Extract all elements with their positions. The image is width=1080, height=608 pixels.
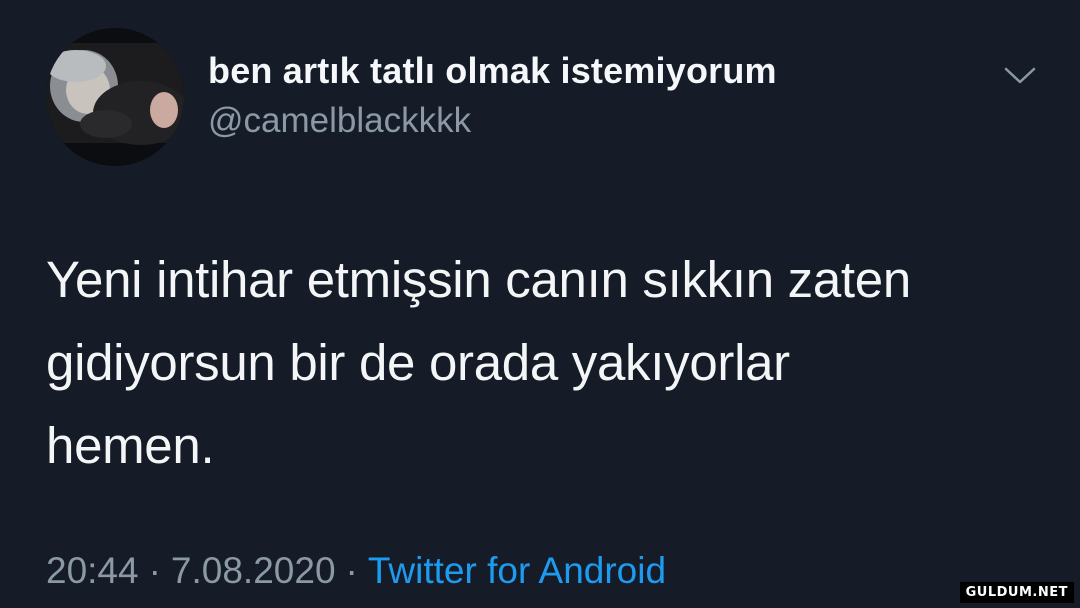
meta-separator: · bbox=[148, 550, 161, 591]
avatar[interactable] bbox=[46, 28, 184, 166]
avatar-image bbox=[46, 28, 184, 166]
tweet-card: ben artık tatlı olmak istemiyorum @camel… bbox=[0, 0, 1080, 608]
tweet-meta: 20:44 · 7.08.2020 · Twitter for Android bbox=[46, 550, 666, 592]
tweet-time[interactable]: 20:44 bbox=[46, 550, 139, 591]
tweet-date[interactable]: 7.08.2020 bbox=[171, 550, 336, 591]
watermark: GULDUM.NET bbox=[959, 582, 1074, 603]
tweet-text-line: Yeni intihar etmişsin canın sıkkın zaten bbox=[46, 251, 911, 308]
meta-separator: · bbox=[345, 550, 358, 591]
tweet-source-link[interactable]: Twitter for Android bbox=[368, 550, 666, 591]
display-name[interactable]: ben artık tatlı olmak istemiyorum bbox=[208, 50, 777, 92]
user-handle[interactable]: @camelblackkkk bbox=[208, 101, 471, 141]
tweet-text-line: gidiyorsun bir de orada yakıyorlar bbox=[46, 334, 790, 391]
chevron-down-icon[interactable] bbox=[1000, 60, 1040, 90]
tweet-text-line: hemen. bbox=[46, 417, 215, 474]
tweet-text: Yeni intihar etmişsin canın sıkkın zaten… bbox=[46, 238, 1046, 487]
